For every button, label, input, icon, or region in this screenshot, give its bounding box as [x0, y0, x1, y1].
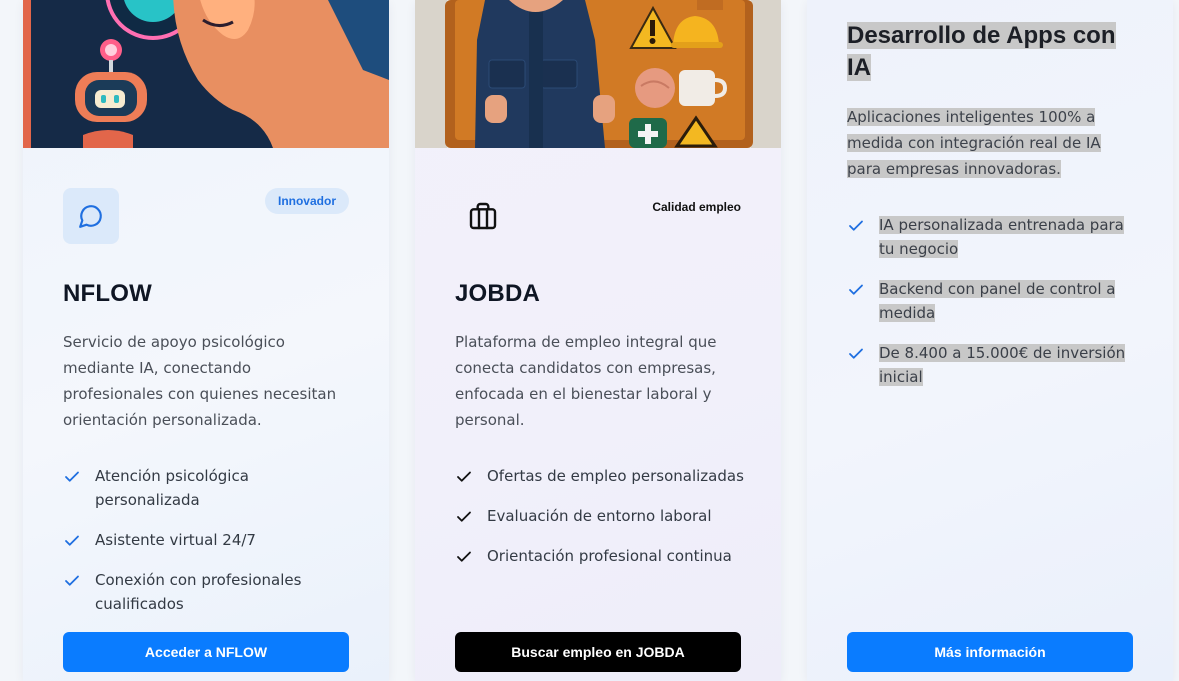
feature-text: Evaluación de entorno laboral	[487, 507, 712, 525]
jobda-description: Plataforma de empleo integral que conect…	[455, 333, 717, 429]
feature-text: Orientación profesional continua	[487, 547, 732, 565]
desarrollo-apps-card: Desarrollo de Apps con IA Aplicaciones i…	[807, 0, 1173, 681]
check-icon	[65, 535, 79, 546]
feature-text: Ofertas de empleo personalizadas	[487, 467, 744, 485]
list-item: De 8.400 a 15.000€ de inversión inicial	[847, 341, 1142, 389]
list-item: IA personalizada entrenada para tu negoc…	[847, 213, 1142, 261]
buscar-empleo-button[interactable]: Buscar empleo en JOBDA	[455, 632, 741, 672]
list-item: Conexión con profesionales cualificados	[63, 568, 358, 616]
innovador-badge: Innovador	[264, 188, 349, 214]
briefcase-icon	[455, 188, 511, 244]
list-item: Asistente virtual 24/7	[63, 528, 358, 552]
calidad-empleo-badge: Calidad empleo	[652, 200, 741, 214]
check-icon	[849, 348, 863, 359]
desarrollo-apps-title-text: Desarrollo de Apps con IA	[847, 22, 1116, 81]
check-icon	[849, 284, 863, 295]
list-item: Orientación profesional continua	[455, 544, 750, 568]
feature-text: Conexión con profesionales cualificados	[95, 571, 302, 613]
nflow-hero-illustration	[23, 0, 389, 148]
check-icon	[457, 511, 471, 522]
feature-text: De 8.400 a 15.000€ de inversión inicial	[879, 344, 1126, 386]
jobda-hero-illustration	[415, 0, 781, 148]
nflow-card: Innovador NFLOW Servicio de apoyo psicol…	[23, 0, 389, 681]
feature-text: IA personalizada entrenada para tu negoc…	[879, 216, 1124, 258]
check-icon	[849, 220, 863, 231]
list-item: Evaluación de entorno laboral	[455, 504, 750, 528]
chat-bubble-icon	[63, 188, 119, 244]
check-icon	[65, 471, 79, 482]
check-icon	[457, 551, 471, 562]
desarrollo-apps-description-text: Aplicaciones inteligentes 100% a medida …	[847, 108, 1101, 178]
acceder-nflow-button[interactable]: Acceder a NFLOW	[63, 632, 349, 672]
nflow-feature-list: Atención psicológica personalizada Asist…	[63, 464, 358, 632]
jobda-feature-list: Ofertas de empleo personalizadas Evaluac…	[455, 464, 750, 584]
list-item: Ofertas de empleo personalizadas	[455, 464, 750, 488]
nflow-description: Servicio de apoyo psicológico mediante I…	[63, 333, 337, 429]
feature-text: Atención psicológica personalizada	[95, 467, 249, 509]
check-icon	[65, 575, 79, 586]
jobda-title: JOBDA	[455, 280, 541, 307]
list-item: Atención psicológica personalizada	[63, 464, 358, 512]
nflow-title: NFLOW	[63, 280, 152, 307]
desarrollo-apps-feature-list: IA personalizada entrenada para tu negoc…	[847, 213, 1142, 405]
jobda-card: Calidad empleo JOBDA Plataforma de emple…	[415, 0, 781, 681]
desarrollo-apps-description: Aplicaciones inteligentes 100% a medida …	[847, 104, 1137, 182]
desarrollo-apps-title: Desarrollo de Apps con IA	[847, 20, 1137, 84]
feature-text: Backend con panel de control a medida	[879, 280, 1116, 322]
mas-informacion-button[interactable]: Más información	[847, 632, 1133, 672]
check-icon	[457, 471, 471, 482]
list-item: Backend con panel de control a medida	[847, 277, 1142, 325]
feature-text: Asistente virtual 24/7	[95, 531, 256, 549]
